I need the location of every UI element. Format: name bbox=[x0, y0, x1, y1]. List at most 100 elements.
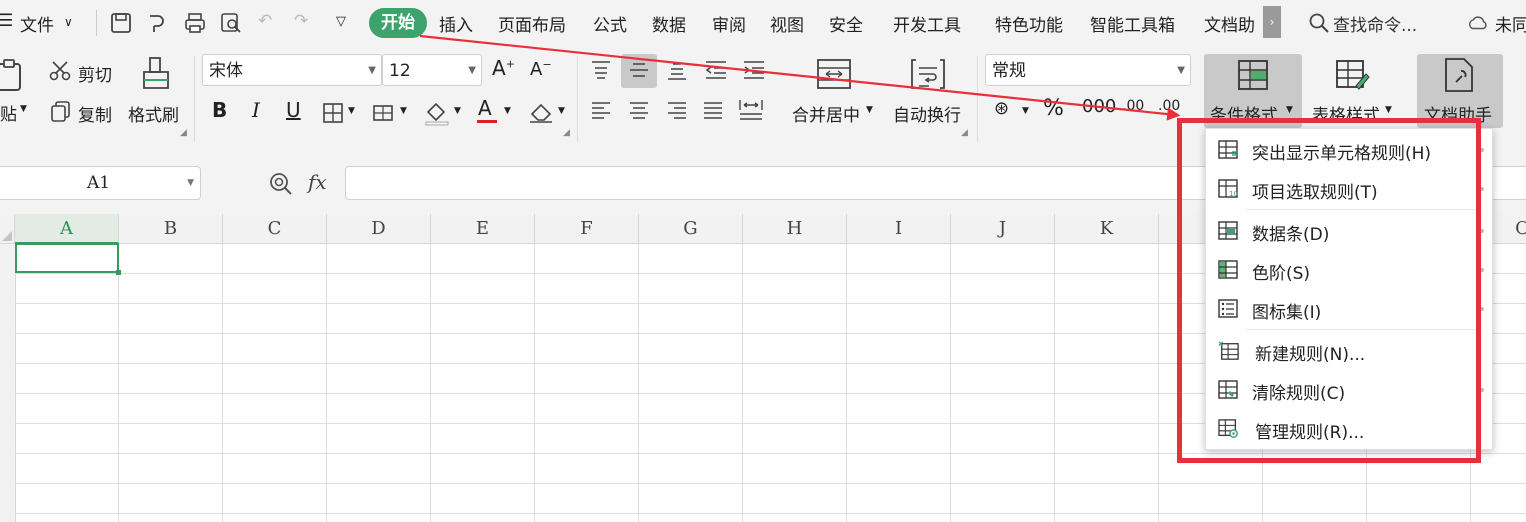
scissors-icon[interactable] bbox=[48, 60, 72, 82]
decrease-decimal-icon[interactable]: .00 bbox=[1158, 98, 1180, 114]
redo-icon[interactable]: ↷ bbox=[294, 11, 308, 31]
column-header-a[interactable]: A bbox=[15, 214, 119, 244]
tab-review[interactable]: 审阅 bbox=[712, 11, 746, 36]
column-header-j[interactable]: J bbox=[951, 214, 1055, 244]
font-size-select[interactable]: 12 ▼ bbox=[382, 54, 482, 86]
dialog-launcher-icon[interactable]: ◢ bbox=[563, 128, 570, 138]
cloud-sync-icon[interactable] bbox=[1467, 12, 1489, 34]
command-search[interactable]: 查找命令... bbox=[1333, 11, 1417, 36]
tab-doc-assistant[interactable]: 文档助 bbox=[1204, 11, 1255, 36]
chevron-down-icon[interactable]: ▼ bbox=[558, 106, 565, 116]
wrap-text-icon[interactable] bbox=[910, 56, 946, 92]
tab-smart-toolbox[interactable]: 智能工具箱 bbox=[1090, 11, 1175, 36]
zoom-formula-icon[interactable] bbox=[268, 171, 294, 197]
format-painter-icon[interactable] bbox=[140, 56, 172, 92]
underline-icon[interactable]: U bbox=[286, 98, 301, 122]
export-icon[interactable] bbox=[146, 12, 168, 34]
undo-icon[interactable]: ↶ bbox=[258, 11, 272, 31]
dialog-launcher-icon[interactable]: ◢ bbox=[961, 128, 968, 138]
column-header-h[interactable]: H bbox=[743, 214, 847, 244]
chevron-down-icon[interactable]: ▼ bbox=[1022, 106, 1029, 116]
borders-icon[interactable] bbox=[322, 102, 344, 124]
chevron-down-icon[interactable]: ▼ bbox=[187, 167, 194, 199]
decrease-indent-icon[interactable] bbox=[704, 60, 728, 80]
tab-developer[interactable]: 开发工具 bbox=[893, 11, 961, 36]
eraser-icon[interactable] bbox=[528, 100, 554, 124]
column-header-g[interactable]: G bbox=[639, 214, 743, 244]
chevron-down-icon[interactable]: ▼ bbox=[454, 106, 461, 116]
tab-page-layout[interactable]: 页面布局 bbox=[498, 11, 566, 36]
bold-icon[interactable]: B bbox=[212, 98, 227, 122]
print-preview-icon[interactable] bbox=[220, 12, 242, 34]
font-name-select[interactable]: 宋体 ▼ bbox=[202, 54, 382, 86]
tab-data[interactable]: 数据 bbox=[652, 11, 686, 36]
column-header-b[interactable]: B bbox=[119, 214, 223, 244]
thousands-separator-icon[interactable]: 000 bbox=[1082, 96, 1116, 117]
print-icon[interactable] bbox=[184, 12, 206, 34]
italic-icon[interactable]: I bbox=[252, 98, 260, 122]
chevron-down-icon[interactable]: ∨ bbox=[64, 15, 73, 29]
align-bottom-icon[interactable] bbox=[666, 60, 688, 80]
increase-indent-icon[interactable] bbox=[742, 60, 766, 80]
row-headers[interactable] bbox=[0, 244, 16, 522]
column-header-f[interactable]: F bbox=[535, 214, 639, 244]
paste-label[interactable]: 贴 bbox=[0, 100, 17, 125]
table-style-icon[interactable] bbox=[1334, 58, 1370, 92]
selected-cell-a1[interactable] bbox=[15, 243, 119, 273]
align-middle-icon[interactable] bbox=[628, 60, 650, 80]
decrease-font-icon[interactable]: A− bbox=[530, 58, 552, 80]
tab-formulas[interactable]: 公式 bbox=[593, 11, 627, 36]
font-color-icon[interactable]: A bbox=[478, 96, 492, 120]
merge-center-button[interactable]: 合并居中 bbox=[792, 101, 860, 126]
percent-icon[interactable]: % bbox=[1043, 96, 1064, 121]
cut-button[interactable]: 剪切 bbox=[78, 61, 112, 86]
align-right-icon[interactable] bbox=[666, 100, 688, 120]
tab-view[interactable]: 视图 bbox=[770, 11, 804, 36]
fill-color-table-icon[interactable] bbox=[372, 102, 396, 124]
sync-status[interactable]: 未同 bbox=[1495, 11, 1526, 36]
conditional-format-icon[interactable] bbox=[1236, 58, 1270, 92]
chevron-down-icon[interactable]: ▼ bbox=[400, 106, 407, 116]
search-icon[interactable] bbox=[1308, 12, 1330, 34]
name-box[interactable]: A1 ▼ bbox=[0, 166, 201, 200]
select-all-corner[interactable] bbox=[0, 214, 15, 244]
column-header-d[interactable]: D bbox=[327, 214, 431, 244]
chevron-down-icon[interactable]: ▼ bbox=[504, 106, 511, 116]
chevron-down-icon[interactable]: ▼ bbox=[1385, 105, 1392, 115]
increase-font-icon[interactable]: A+ bbox=[492, 56, 515, 80]
customize-toolbar-icon[interactable]: ▽ bbox=[336, 14, 346, 29]
column-header-e[interactable]: E bbox=[431, 214, 535, 244]
paste-dropdown-icon[interactable]: ▼ bbox=[20, 104, 27, 114]
column-header-c[interactable]: C bbox=[223, 214, 327, 244]
dialog-launcher-icon[interactable]: ◢ bbox=[180, 128, 187, 138]
tab-special-features[interactable]: 特色功能 bbox=[995, 11, 1063, 36]
file-menu[interactable]: 文件 bbox=[20, 11, 54, 36]
currency-icon[interactable]: ⊛ bbox=[994, 98, 1009, 119]
align-top-icon[interactable] bbox=[590, 60, 612, 80]
increase-decimal-icon[interactable]: .00 bbox=[1122, 98, 1144, 114]
chevron-down-icon[interactable]: ▼ bbox=[1286, 105, 1293, 115]
copy-icon[interactable] bbox=[50, 100, 72, 122]
align-left-icon[interactable] bbox=[590, 100, 612, 120]
fill-handle[interactable] bbox=[116, 270, 121, 275]
merge-center-icon[interactable] bbox=[816, 56, 852, 92]
column-header-i[interactable]: I bbox=[847, 214, 951, 244]
format-painter-button[interactable]: 格式刷 bbox=[128, 101, 179, 126]
copy-button[interactable]: 复制 bbox=[78, 101, 112, 126]
tab-start[interactable]: 开始 bbox=[369, 8, 427, 38]
number-format-select[interactable]: 常规 ▼ bbox=[985, 54, 1191, 86]
fill-color-icon[interactable] bbox=[424, 100, 450, 126]
hamburger-icon[interactable]: ☰ bbox=[0, 11, 13, 31]
justify-icon[interactable] bbox=[702, 100, 724, 120]
column-header-k[interactable]: K bbox=[1055, 214, 1159, 244]
tab-security[interactable]: 安全 bbox=[829, 11, 863, 36]
distributed-align-icon[interactable] bbox=[738, 98, 764, 122]
align-center-icon[interactable] bbox=[628, 100, 650, 120]
chevron-down-icon[interactable]: ▼ bbox=[866, 105, 873, 115]
fx-icon[interactable]: fx bbox=[308, 170, 327, 194]
tab-insert[interactable]: 插入 bbox=[439, 11, 473, 36]
paste-icon[interactable] bbox=[0, 58, 26, 92]
save-icon[interactable] bbox=[110, 12, 132, 34]
tabs-scroll-right-icon[interactable]: › bbox=[1263, 6, 1281, 38]
wrap-text-button[interactable]: 自动换行 bbox=[893, 101, 961, 126]
